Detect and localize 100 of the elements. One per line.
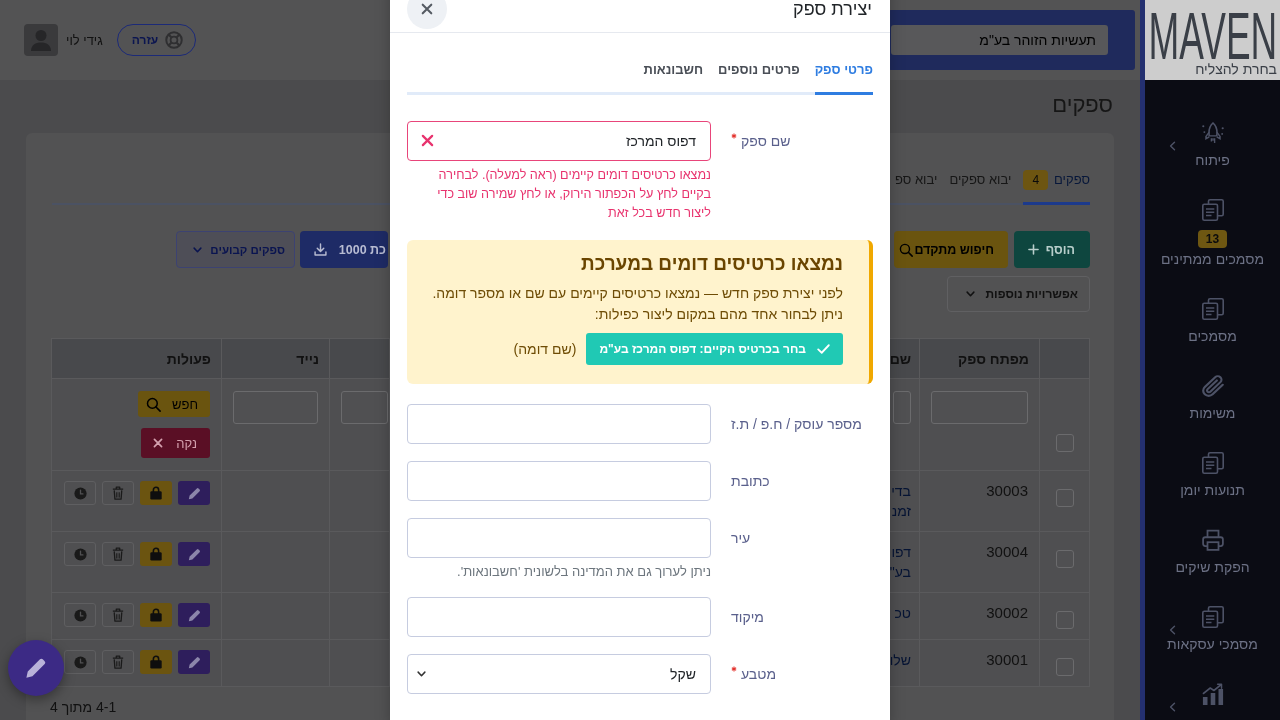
field-label: מיקוד — [731, 608, 764, 626]
filter-field[interactable] — [893, 391, 911, 424]
search-icon — [146, 396, 161, 412]
text-field[interactable]: דפוס המרכז — [407, 121, 711, 161]
chevron-down-icon — [417, 671, 426, 677]
bag-icon — [149, 486, 163, 500]
trash-icon — [112, 547, 124, 561]
pagination-text: 4-1 מתוך 4 — [50, 699, 118, 715]
supplier-link[interactable]: שלו — [890, 650, 911, 670]
trash-icon — [112, 486, 124, 500]
count-badge: 4 — [1023, 170, 1049, 190]
supplier-link[interactable]: טכ — [890, 603, 911, 623]
pencil-icon — [187, 655, 201, 669]
select-field[interactable]: שקל — [407, 654, 711, 694]
search-field[interactable]: תעשיות הזוהר בע"מ — [891, 25, 1108, 55]
field-label: עיר — [731, 529, 751, 547]
bag-button[interactable] — [140, 650, 172, 674]
count-badge: 13 — [1197, 230, 1228, 248]
supplier-link[interactable]: בדי זמנ — [890, 481, 911, 521]
checkbox[interactable] — [1055, 550, 1074, 568]
pencil-icon — [187, 608, 201, 622]
clock-icon — [73, 608, 87, 622]
column-header: נייד — [221, 338, 330, 379]
add-button[interactable]: הוסף — [1014, 231, 1090, 268]
export-button[interactable]: כת 1000 — [300, 231, 388, 268]
tab[interactable]: פרטי ספק — [814, 55, 873, 95]
history-button[interactable] — [64, 650, 96, 674]
delete-button[interactable] — [102, 650, 134, 674]
history-button[interactable] — [64, 481, 96, 505]
user-name[interactable]: גידי לוי — [66, 32, 103, 48]
tab[interactable]: יבוא ספקים — [949, 160, 1012, 205]
tab[interactable]: יבוא ספ — [895, 160, 938, 205]
dropdown-button[interactable]: אפשרויות נוספות — [947, 276, 1090, 312]
column-header: מפתח ספק — [919, 338, 1040, 379]
tab[interactable]: פרטים נוספים — [718, 55, 800, 95]
filter-field[interactable] — [233, 391, 318, 424]
delete-button[interactable] — [102, 603, 134, 627]
search-button[interactable]: חפש — [138, 391, 210, 417]
sidebar-item[interactable]: הפקת שיקים — [1145, 513, 1280, 590]
sidebar-item[interactable]: מסמכים — [1145, 282, 1280, 359]
field-label: שם ספק — [741, 132, 791, 150]
pencil-icon — [187, 486, 201, 500]
check-icon — [817, 344, 830, 354]
filter-field[interactable] — [931, 391, 1028, 424]
trash-icon — [112, 655, 124, 669]
paperclip-icon — [1201, 375, 1224, 397]
search-icon — [899, 242, 913, 257]
clear-icon[interactable] — [421, 134, 434, 147]
page-title: ספקים — [1052, 92, 1113, 118]
logo: MAVEN — [1148, 10, 1277, 62]
delete-button[interactable] — [102, 542, 134, 566]
download-icon — [314, 243, 327, 256]
tab[interactable]: חשבונאות — [643, 55, 704, 95]
supplier-link[interactable]: דפו בע" — [890, 542, 911, 582]
checkbox[interactable] — [1055, 611, 1074, 629]
close-button[interactable] — [407, 0, 447, 29]
checkbox[interactable] — [1055, 489, 1074, 507]
table-cell: 30003 — [919, 470, 1040, 532]
edit-button[interactable] — [178, 481, 210, 505]
sidebar-item[interactable]: פיתוח — [1145, 106, 1280, 183]
edit-button[interactable] — [178, 603, 210, 627]
bag-button[interactable] — [140, 481, 172, 505]
documents-icon — [1201, 606, 1224, 628]
field-label: מטבע — [741, 665, 776, 683]
sidebar-item[interactable]: משימות — [1145, 359, 1280, 436]
history-button[interactable] — [64, 542, 96, 566]
advanced-search-button[interactable]: חיפוש מתקדם — [894, 231, 1008, 268]
text-field[interactable] — [407, 518, 711, 558]
bag-icon — [149, 655, 163, 669]
field-label: מספר עוסק / ח.פ / ת.ז — [731, 415, 862, 433]
chevron-down-icon — [193, 246, 202, 253]
close-icon — [421, 3, 433, 15]
checkbox[interactable] — [1055, 658, 1074, 676]
bag-button[interactable] — [140, 603, 172, 627]
trash-icon — [112, 608, 124, 622]
table-cell: 30004 — [919, 531, 1040, 593]
lifebuoy-icon — [165, 31, 184, 49]
sidebar-item[interactable]: תנועות יומן — [1145, 436, 1280, 513]
bag-button[interactable] — [140, 542, 172, 566]
dropdown-button[interactable]: ספקים קבועים — [176, 231, 295, 268]
chevron-down-icon — [966, 291, 976, 297]
sidebar-item[interactable]: מסמכי עסקאות — [1145, 590, 1280, 667]
warning-text: ניתן לבחור אחד מהם במקום ליצור כפילות: — [593, 305, 843, 324]
plus-icon — [1028, 244, 1039, 255]
clear-button[interactable]: נקה — [141, 428, 210, 458]
pencil-icon — [25, 657, 47, 679]
floating-edit-button[interactable] — [8, 640, 64, 696]
bag-icon — [149, 547, 163, 561]
text-field[interactable] — [407, 404, 711, 444]
text-field[interactable] — [407, 461, 711, 501]
filter-field[interactable] — [341, 391, 388, 424]
error-message: נמצאו כרטיסים דומים קיימים (ראה למעלה). לבחירה בקיים לחץ על הכפתור הירוק, או לחץ שמירה שוב כדי ליצור חדש בכל זאת — [436, 167, 711, 222]
edit-button[interactable] — [178, 542, 210, 566]
edit-button[interactable] — [178, 650, 210, 674]
clock-icon — [73, 486, 87, 500]
delete-button[interactable] — [102, 481, 134, 505]
select-existing-button[interactable]: בחר בכרטיס הקיים: דפוס המרכז בע"מ — [586, 333, 843, 365]
history-button[interactable] — [64, 603, 96, 627]
checkbox[interactable] — [1055, 434, 1074, 452]
text-field[interactable] — [407, 597, 711, 637]
